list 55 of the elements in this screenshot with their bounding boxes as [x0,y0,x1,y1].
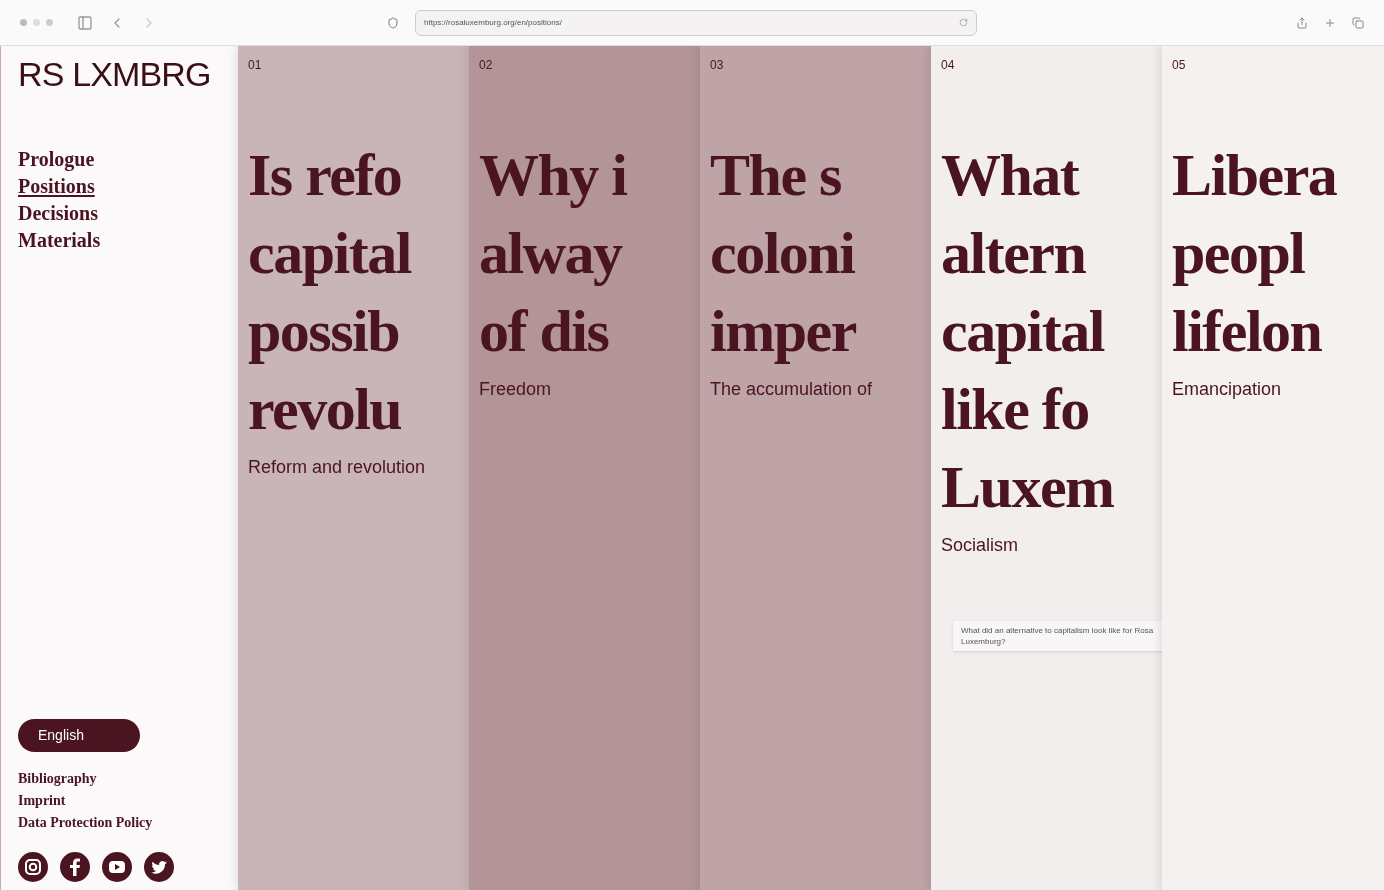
share-icon[interactable] [1296,16,1308,29]
position-panel[interactable]: 01 Is refo capital possib revolu Reform and revolution [238,46,469,890]
panel-number: 05 [1172,57,1186,74]
panel-title-line: Luxem [941,453,1114,522]
panel-title-line: What [941,141,1079,210]
footer-link[interactable]: Bibliography [18,768,97,790]
position-panel[interactable]: 04 What altern capital like fo Luxem Socialism What did an alternative to capitalism look like for Rosa Luxemburg? [931,46,1162,890]
panel-title-line: The s [710,141,841,210]
panel-number: 01 [248,57,262,74]
bird-icon[interactable] [144,852,174,882]
panel-title-line: lifelon [1172,297,1322,366]
panel-number: 03 [710,57,724,74]
panel-title-line: revolu [248,375,402,444]
position-panel[interactable]: 05 Libera peopl lifelon Emancipation [1162,46,1384,890]
panel-subtitle: Socialism [941,534,1019,557]
position-panel[interactable]: 02 Why i alway of dis Freedom [469,46,700,890]
facebook-icon[interactable] [60,852,90,882]
nav-link[interactable]: Prologue [18,146,95,173]
shield-icon[interactable] [387,16,399,29]
panel-title-line: imper [710,297,856,366]
nav-link[interactable]: Positions [18,173,95,200]
youtube-icon[interactable] [102,852,132,882]
sidebar-icon[interactable] [77,14,93,31]
panel-title-line: Libera [1172,141,1337,210]
footer-link[interactable]: Data Protection Policy [18,812,153,834]
position-panel[interactable]: 03 The s coloni imper The accumulation of [700,46,931,890]
panel-title-line: Is refo [248,141,402,210]
panel-title-line: capital [941,297,1104,366]
panel-title-line: altern [941,219,1086,288]
plus-icon[interactable] [1324,16,1336,29]
panel-title-line: coloni [710,219,855,288]
footer-link[interactable]: Imprint [18,790,66,812]
panel-title-line: like fo [941,375,1089,444]
panel-title-line: possib [248,297,400,366]
reload-icon[interactable] [959,18,968,27]
site-logo[interactable]: RS LXMBRG [18,54,238,94]
panel-title-line: peopl [1172,219,1305,288]
panel-title-line: alway [479,219,622,288]
address-bar[interactable]: https://rosaluxemburg.org/en/positions/ [415,9,977,36]
panel-title-line: Why i [479,141,627,210]
language-button[interactable]: English [18,719,140,752]
panel-subtitle: Reform and revolution [248,456,426,479]
panel-subtitle: Emancipation [1172,378,1282,401]
panel-title-line: capital [248,219,411,288]
nav-link[interactable]: Materials [18,227,101,254]
tabs-icon[interactable] [1352,16,1364,29]
tooltip: What did an alternative to capitalism look like for Rosa Luxemburg? [953,621,1165,651]
panel-number: 02 [479,57,493,74]
panel-title-line: of dis [479,297,609,366]
panel-number: 04 [941,57,955,74]
panel-subtitle: Freedom [479,378,552,401]
url-text: https://rosaluxemburg.org/en/positions/ [424,16,563,29]
panel-subtitle: The accumulation of [710,378,873,401]
nav-link[interactable]: Decisions [18,200,98,227]
instagram-icon[interactable] [18,852,48,882]
